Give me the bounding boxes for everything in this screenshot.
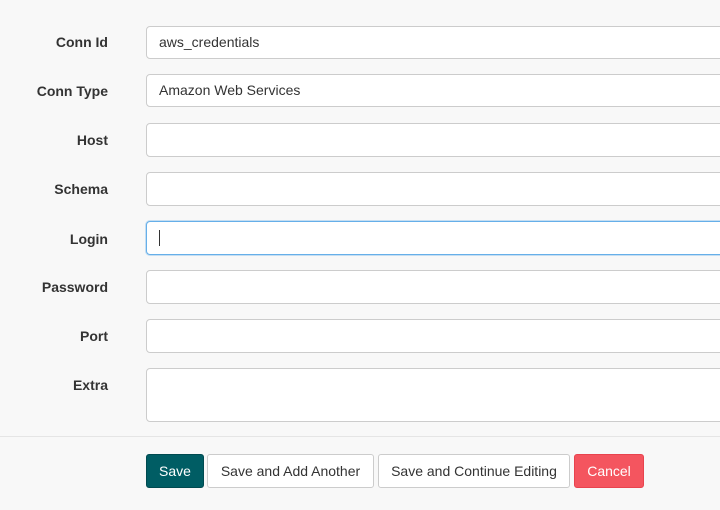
text-caret bbox=[159, 230, 160, 246]
extra-textarea[interactable] bbox=[146, 368, 720, 422]
host-input[interactable] bbox=[146, 123, 720, 157]
login-row: Login bbox=[0, 221, 720, 255]
port-input[interactable] bbox=[146, 319, 720, 353]
save-button[interactable]: Save bbox=[146, 454, 204, 488]
login-input[interactable] bbox=[146, 221, 720, 255]
conn-type-value: Amazon Web Services bbox=[159, 82, 301, 98]
host-label: Host bbox=[76, 132, 108, 148]
conn-id-row: Conn Id aws_credentials bbox=[0, 26, 720, 59]
conn-id-input[interactable]: aws_credentials bbox=[146, 26, 720, 59]
schema-row: Schema bbox=[0, 172, 720, 206]
save-continue-editing-button[interactable]: Save and Continue Editing bbox=[378, 454, 570, 488]
conn-type-select[interactable]: Amazon Web Services bbox=[146, 74, 720, 107]
extra-label: Extra bbox=[72, 377, 108, 393]
conn-type-label: Conn Type bbox=[36, 83, 108, 99]
conn-id-value: aws_credentials bbox=[159, 34, 260, 50]
password-row: Password bbox=[0, 270, 720, 304]
port-row: Port bbox=[0, 319, 720, 353]
conn-id-label: Conn Id bbox=[55, 34, 108, 50]
login-label: Login bbox=[69, 231, 108, 247]
extra-row: Extra bbox=[0, 368, 720, 422]
password-input[interactable] bbox=[146, 270, 720, 304]
cancel-button[interactable]: Cancel bbox=[574, 454, 644, 488]
host-row: Host bbox=[0, 123, 720, 157]
password-label: Password bbox=[41, 279, 108, 295]
conn-type-row: Conn Type Amazon Web Services bbox=[0, 74, 720, 107]
save-add-another-button[interactable]: Save and Add Another bbox=[207, 454, 374, 488]
connection-form: Conn Id aws_credentials Conn Type Amazon… bbox=[0, 0, 720, 510]
schema-input[interactable] bbox=[146, 172, 720, 206]
port-label: Port bbox=[80, 328, 108, 344]
schema-label: Schema bbox=[54, 181, 108, 197]
form-actions: Save Save and Add Another Save and Conti… bbox=[0, 436, 720, 510]
